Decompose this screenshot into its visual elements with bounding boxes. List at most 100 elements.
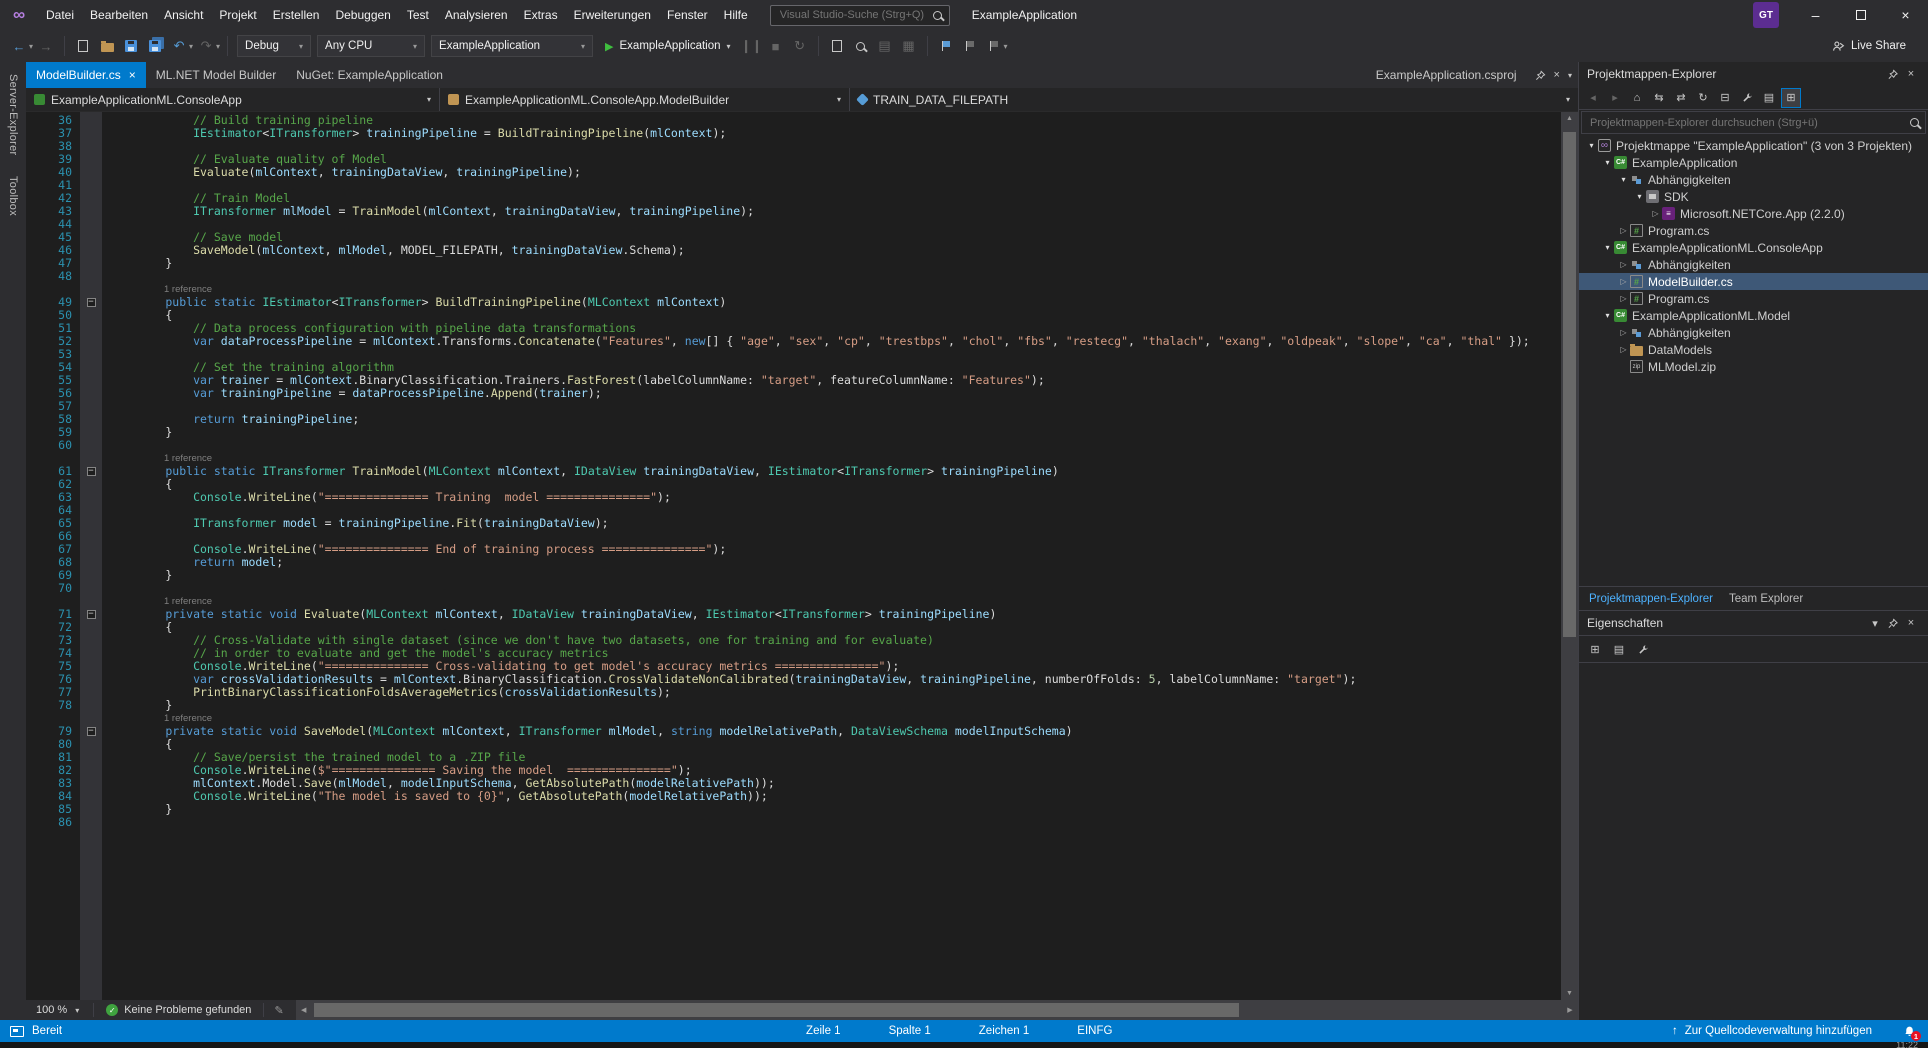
code-line[interactable]: 51 // Data process configuration with pi… (26, 322, 1561, 335)
scroll-up-icon[interactable]: ▲ (1561, 115, 1578, 122)
tree-expander-icon[interactable]: ▾ (1601, 243, 1614, 252)
tree-item[interactable]: ▷Abhängigkeiten (1579, 256, 1928, 273)
property-pages-wrench-icon[interactable] (1633, 639, 1653, 659)
tree-expander-icon[interactable]: ▾ (1633, 192, 1646, 201)
server-explorer-tab[interactable]: Server-Explorer (7, 74, 19, 156)
tree-item[interactable]: ▾∞Projektmappe "ExampleApplication" (3 v… (1579, 137, 1928, 154)
redo-icon[interactable]: ↷ (195, 34, 217, 58)
code-line[interactable]: 71− private static void Evaluate(MLConte… (26, 608, 1561, 621)
tree-expander-icon[interactable]: ▾ (1601, 311, 1614, 320)
code-line[interactable]: 47 } (26, 257, 1561, 270)
code-line[interactable]: 74 // in order to evaluate and get the m… (26, 647, 1561, 660)
menu-ansicht[interactable]: Ansicht (156, 0, 211, 30)
code-line[interactable]: 70 (26, 582, 1561, 595)
solution-search-input[interactable] (1588, 116, 1904, 130)
tree-item[interactable]: ▷#ModelBuilder.cs (1579, 273, 1928, 290)
tab-list-chevron-icon[interactable]: ▾ (1568, 71, 1572, 80)
code-line[interactable]: 49− public static IEstimator<ITransforme… (26, 296, 1561, 309)
code-line[interactable]: 37 IEstimator<ITransformer> trainingPipe… (26, 127, 1561, 140)
panel-tab[interactable]: Projektmappen-Explorer (1589, 593, 1713, 605)
solution-platform-dropdown[interactable]: Any CPU ▾ (317, 35, 425, 57)
tree-expander-icon[interactable]: ▾ (1617, 175, 1630, 184)
startup-project-dropdown[interactable]: ExampleApplication ▾ (431, 35, 593, 57)
output-window-icon[interactable]: ▦ (898, 34, 920, 58)
menu-erstellen[interactable]: Erstellen (265, 0, 328, 30)
doc-tab[interactable]: NuGet: ExampleApplication (286, 62, 453, 88)
pause-icon[interactable]: ❙❙ (741, 34, 763, 58)
search-input[interactable] (778, 8, 927, 22)
live-share-button[interactable]: Live Share (1832, 40, 1920, 53)
code-line[interactable]: 60 (26, 439, 1561, 452)
panel-tab[interactable]: Team Explorer (1729, 593, 1803, 605)
new-file-icon[interactable] (72, 34, 94, 58)
find-in-files-icon[interactable] (850, 34, 872, 58)
close-document-icon[interactable]: × (1554, 69, 1560, 81)
search-box[interactable] (770, 5, 950, 26)
problems-indicator[interactable]: ✓ Keine Probleme gefunden (98, 1004, 259, 1016)
horizontal-scrollbar-track[interactable] (312, 1000, 1562, 1020)
fold-collapse-box[interactable]: − (80, 296, 102, 309)
code-line[interactable]: 61− public static ITransformer TrainMode… (26, 465, 1561, 478)
forward-icon[interactable]: ▸ (1605, 88, 1625, 108)
code-line[interactable]: 69 } (26, 569, 1561, 582)
code-line[interactable]: 57 (26, 400, 1561, 413)
navigate-forward-icon[interactable]: → (35, 34, 57, 58)
code-editor[interactable]: 36 // Build training pipeline37 IEstimat… (26, 112, 1561, 1000)
background-tasks-icon[interactable] (10, 1026, 24, 1037)
collapse-all-icon[interactable]: ⊟ (1715, 88, 1735, 108)
pin-icon[interactable] (1884, 618, 1902, 629)
tree-expander-icon[interactable]: ▷ (1649, 209, 1662, 218)
code-line[interactable]: 46 SaveModel(mlContext, mlModel, MODEL_F… (26, 244, 1561, 257)
bookmark-icon[interactable] (935, 34, 957, 58)
navigate-backward-icon[interactable]: ← (8, 34, 30, 58)
menu-extras[interactable]: Extras (516, 0, 566, 30)
account-avatar[interactable]: GT (1753, 2, 1779, 28)
tree-item[interactable]: ▾C#ExampleApplication (1579, 154, 1928, 171)
tree-item[interactable]: zipMLModel.zip (1579, 358, 1928, 375)
menu-test[interactable]: Test (399, 0, 437, 30)
code-line[interactable]: 78 } (26, 699, 1561, 712)
close-tab-icon[interactable]: × (129, 68, 136, 82)
add-to-source-control-button[interactable]: ↑ Zur Quellcodeverwaltung hinzufügen (1672, 1025, 1872, 1037)
code-line[interactable]: 81 // Save/persist the trained model to … (26, 751, 1561, 764)
properties-wrench-icon[interactable] (1737, 88, 1757, 108)
tree-item[interactable]: ▷#Program.cs (1579, 290, 1928, 307)
code-line[interactable]: 50 { (26, 309, 1561, 322)
previous-bookmark-icon[interactable] (959, 34, 981, 58)
code-line[interactable]: 68 return model; (26, 556, 1561, 569)
save-icon[interactable] (120, 34, 142, 58)
fold-collapse-box[interactable]: − (80, 465, 102, 478)
menu-hilfe[interactable]: Hilfe (716, 0, 756, 30)
doc-tab-csproj[interactable]: ExampleApplication.csproj (1366, 68, 1527, 82)
save-all-icon[interactable] (144, 34, 166, 58)
code-line[interactable]: 52 var dataProcessPipeline = mlContext.T… (26, 335, 1561, 348)
collapse-minus-icon[interactable]: − (87, 610, 96, 619)
menu-projekt[interactable]: Projekt (211, 0, 264, 30)
collapse-minus-icon[interactable]: − (87, 298, 96, 307)
home-icon[interactable]: ⌂ (1627, 88, 1647, 108)
tree-expander-icon[interactable]: ▷ (1617, 328, 1630, 337)
solution-search-box[interactable] (1581, 111, 1926, 134)
menu-erweiterungen[interactable]: Erweiterungen (566, 0, 659, 30)
code-line[interactable]: 73 // Cross-Validate with single dataset… (26, 634, 1561, 647)
code-line[interactable]: 80 { (26, 738, 1561, 751)
toolbox-tab[interactable]: Toolbox (7, 176, 19, 216)
tree-expander-icon[interactable]: ▷ (1617, 345, 1630, 354)
code-line[interactable]: 65 ITransformer model = trainingPipeline… (26, 517, 1561, 530)
zoom-selector[interactable]: 100 % ▾ (26, 1004, 89, 1016)
restart-icon[interactable]: ↻ (789, 34, 811, 58)
horizontal-scrollbar[interactable]: ◀ ▶ (296, 1000, 1578, 1020)
tree-item[interactable]: ▷≡Microsoft.NETCore.App (2.2.0) (1579, 205, 1928, 222)
stop-icon[interactable]: ■ (765, 34, 787, 58)
collapse-minus-icon[interactable]: − (87, 727, 96, 736)
code-line[interactable]: 85 } (26, 803, 1561, 816)
scroll-left-icon[interactable]: ◀ (296, 1006, 312, 1014)
code-line[interactable]: 56 var trainingPipeline = dataProcessPip… (26, 387, 1561, 400)
switch-views-icon[interactable]: ⇆ (1649, 88, 1669, 108)
tree-item[interactable]: ▷#Program.cs (1579, 222, 1928, 239)
code-line[interactable]: 53 (26, 348, 1561, 361)
menu-analysieren[interactable]: Analysieren (437, 0, 516, 30)
collapse-minus-icon[interactable]: − (87, 467, 96, 476)
back-icon[interactable]: ◂ (1583, 88, 1603, 108)
tree-item[interactable]: ▷DataModels (1579, 341, 1928, 358)
